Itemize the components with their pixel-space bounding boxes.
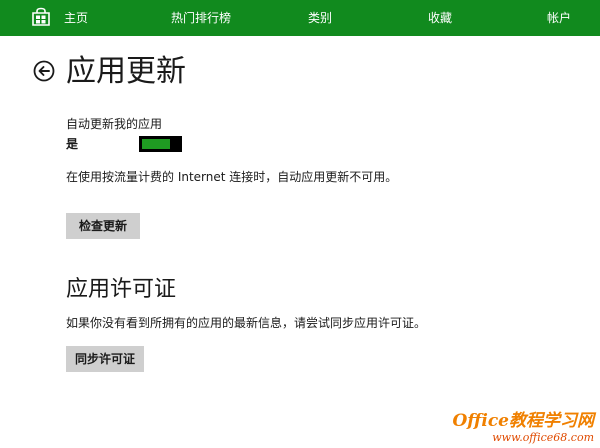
nav-home[interactable]: 主页 [64,10,88,26]
auto-update-toggle[interactable] [139,136,182,152]
nav-favorites[interactable]: 收藏 [428,10,452,26]
store-icon[interactable] [31,7,51,27]
auto-update-label: 自动更新我的应用 [66,117,163,131]
top-nav-bar: 主页 热门排行榜 类别 收藏 帐户 [0,0,600,36]
check-updates-button[interactable]: 检查更新 [66,213,140,239]
nav-account[interactable]: 帐户 [547,10,571,26]
auto-update-state-label: 是 [66,137,79,151]
watermark-title: Office教程学习网 [452,411,595,431]
nav-top-charts[interactable]: 热门排行榜 [171,10,231,26]
page-title: 应用更新 [66,54,186,89]
watermark-url: www.office68.com [492,431,594,444]
licenses-section-title: 应用许可证 [66,277,177,302]
sync-licenses-button[interactable]: 同步许可证 [66,346,144,372]
toggle-fill [142,139,170,149]
back-arrow-icon[interactable] [33,60,55,82]
nav-categories[interactable]: 类别 [308,10,332,26]
watermark: Office教程学习网 www.office68.com [453,411,595,444]
toggle-thumb[interactable] [172,136,182,152]
metered-connection-note: 在使用按流量计费的 Internet 连接时，自动应用更新不可用。 [66,170,398,184]
licenses-description: 如果你没有看到所拥有的应用的最新信息，请尝试同步应用许可证。 [66,316,427,330]
